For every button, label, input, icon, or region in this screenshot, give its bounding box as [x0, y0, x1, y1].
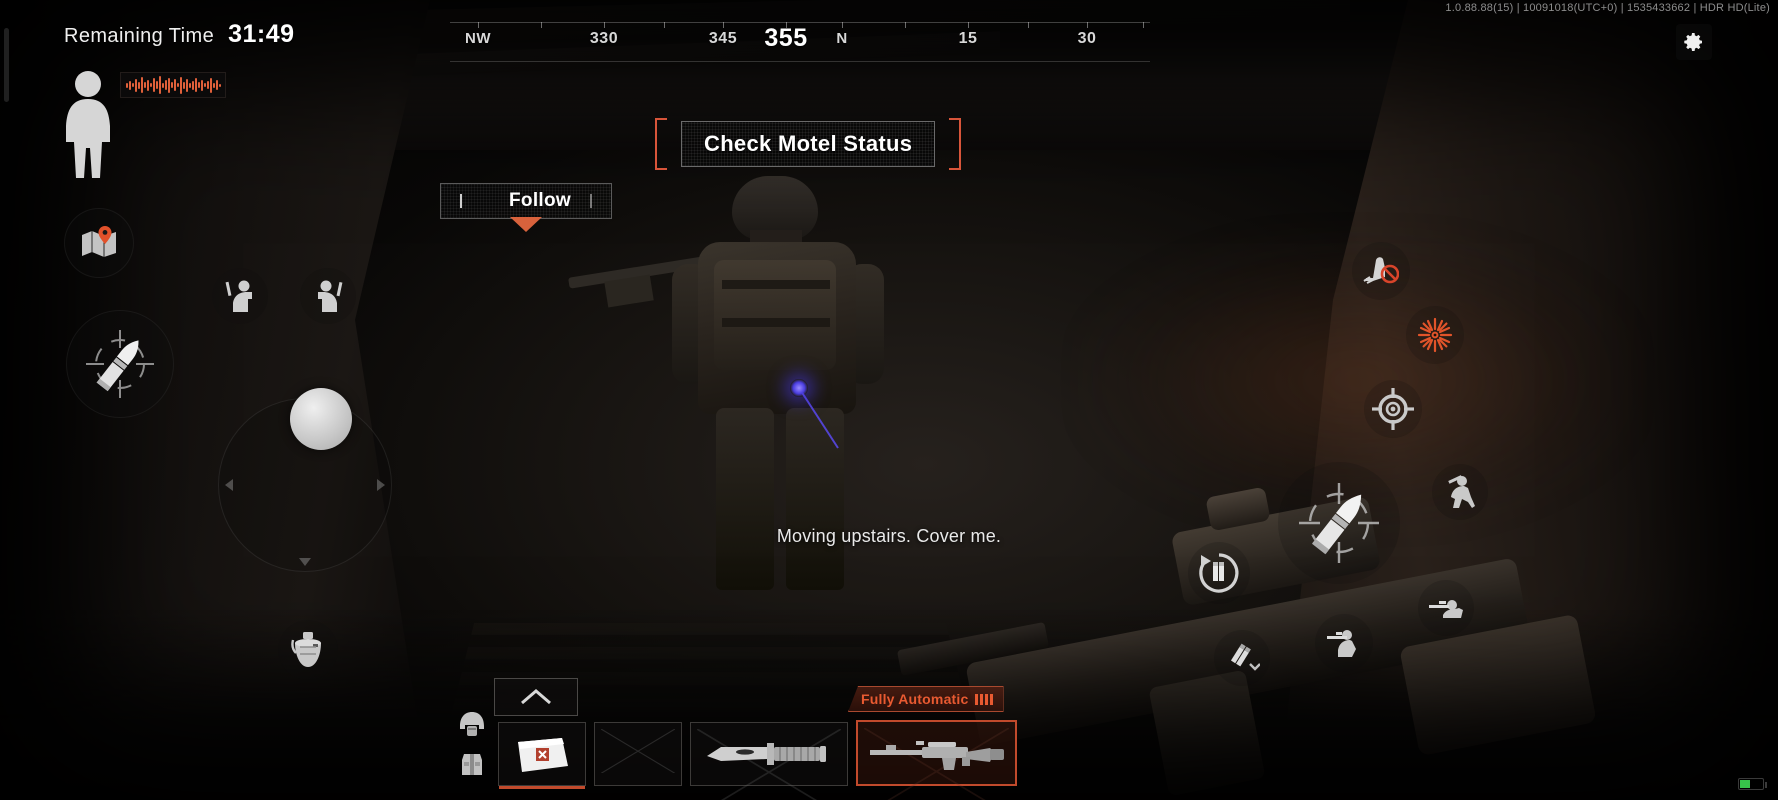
bullet-fire-icon — [1299, 483, 1379, 563]
objective-bracket-right — [949, 118, 962, 170]
fire-mode-bars-icon — [974, 693, 993, 705]
ammo-pickup-button[interactable] — [1214, 630, 1270, 686]
bullet-fire-icon — [86, 330, 154, 398]
follow-tick-icon — [589, 194, 592, 208]
lean-left-icon — [225, 280, 252, 312]
inventory-slot-empty[interactable] — [594, 722, 682, 786]
inventory-slot-knife[interactable] — [690, 722, 848, 800]
prone-button[interactable] — [1418, 580, 1474, 636]
battery-cap — [1765, 782, 1767, 788]
sprint-disabled-icon — [1363, 257, 1399, 284]
follow-marker: Follow — [440, 183, 612, 232]
remaining-time: Remaining Time 31:49 — [64, 20, 295, 49]
grenade-icon — [291, 632, 321, 667]
ammo-pickup-icon — [1230, 643, 1260, 671]
compass-mark: 15 — [958, 30, 978, 47]
knife-icon — [707, 743, 826, 765]
joystick-down-arrow-icon — [299, 558, 311, 566]
compass-mark: 30 — [1077, 30, 1097, 47]
follow-tick-icon — [460, 194, 463, 208]
grenade-button[interactable] — [278, 620, 338, 680]
lean-right-icon — [318, 280, 343, 312]
screen-edge-indicator — [4, 28, 9, 102]
reload-button[interactable] — [1188, 542, 1250, 604]
ammo-up-icon — [521, 689, 551, 705]
slot-selected-underline — [499, 786, 585, 789]
reload-icon — [1199, 553, 1239, 593]
follow-arrow-icon — [510, 217, 542, 232]
compass-mark: NW — [465, 30, 491, 47]
teammate-voice-indicator — [120, 72, 226, 98]
rifle-icon — [869, 741, 1004, 770]
lean-right-button[interactable] — [300, 268, 356, 324]
objective-text: Check Motel Status — [681, 121, 936, 167]
scope-button[interactable] — [1364, 380, 1422, 438]
bandage-icon — [518, 738, 568, 772]
gear-icon — [1684, 33, 1702, 51]
helmet-icon[interactable] — [456, 708, 488, 740]
vest-icon — [462, 754, 482, 775]
compass-bar: NW 330 345 355 N 15 30 — [450, 16, 1150, 62]
compass-current-heading: 355 — [764, 24, 808, 52]
fire-button-main[interactable] — [1278, 462, 1400, 584]
compass-mark: N — [836, 30, 848, 47]
joystick-knob[interactable] — [290, 388, 352, 450]
kneel-shoot-icon — [1327, 630, 1356, 657]
build-version-info: 1.0.88.88(15) | 10091018(UTC+0) | 153543… — [1445, 2, 1770, 14]
game-screen: Remaining Time 31:49 NW 330 345 355 N 15… — [0, 0, 1778, 800]
prone-icon — [1429, 600, 1463, 618]
map-button[interactable] — [64, 208, 134, 278]
vest-icon[interactable] — [456, 748, 488, 780]
joystick-right-arrow-icon — [377, 479, 385, 491]
scope-crosshair-icon — [1372, 388, 1414, 430]
laser-flash-icon — [1417, 317, 1453, 353]
lean-left-button[interactable] — [212, 268, 268, 324]
compass-mark: 330 — [589, 30, 619, 47]
map-pin-icon — [82, 226, 116, 257]
armor-icons-column — [456, 708, 488, 786]
settings-button[interactable] — [1676, 24, 1712, 60]
fire-mode-label: Fully Automatic — [861, 691, 969, 707]
crouch-run-icon — [1448, 475, 1475, 508]
fire-button-left[interactable] — [66, 310, 174, 418]
crouch-run-button[interactable] — [1432, 464, 1488, 520]
kneel-shoot-button[interactable] — [1315, 614, 1373, 672]
inventory-slot-bandage[interactable] — [498, 722, 586, 789]
inventory-bar — [456, 708, 1017, 800]
objective-banner: Check Motel Status — [655, 118, 962, 170]
inventory-slot-rifle[interactable] — [856, 720, 1017, 800]
battery-fill — [1740, 780, 1750, 788]
helmet-icon — [460, 712, 484, 736]
follow-marker-label: Follow — [509, 190, 571, 211]
empty-slot-icon — [601, 729, 675, 774]
objective-bracket-left — [655, 118, 667, 170]
compass-mark: 345 — [708, 30, 738, 47]
joystick-left-arrow-icon — [225, 479, 233, 491]
teammate-avatar — [66, 71, 110, 178]
remaining-time-value: 31:49 — [228, 20, 295, 48]
battery-indicator — [1738, 778, 1767, 790]
sprint-disabled-button[interactable] — [1352, 242, 1410, 300]
remaining-time-label: Remaining Time — [64, 25, 215, 47]
laser-flash-button[interactable] — [1406, 306, 1464, 364]
